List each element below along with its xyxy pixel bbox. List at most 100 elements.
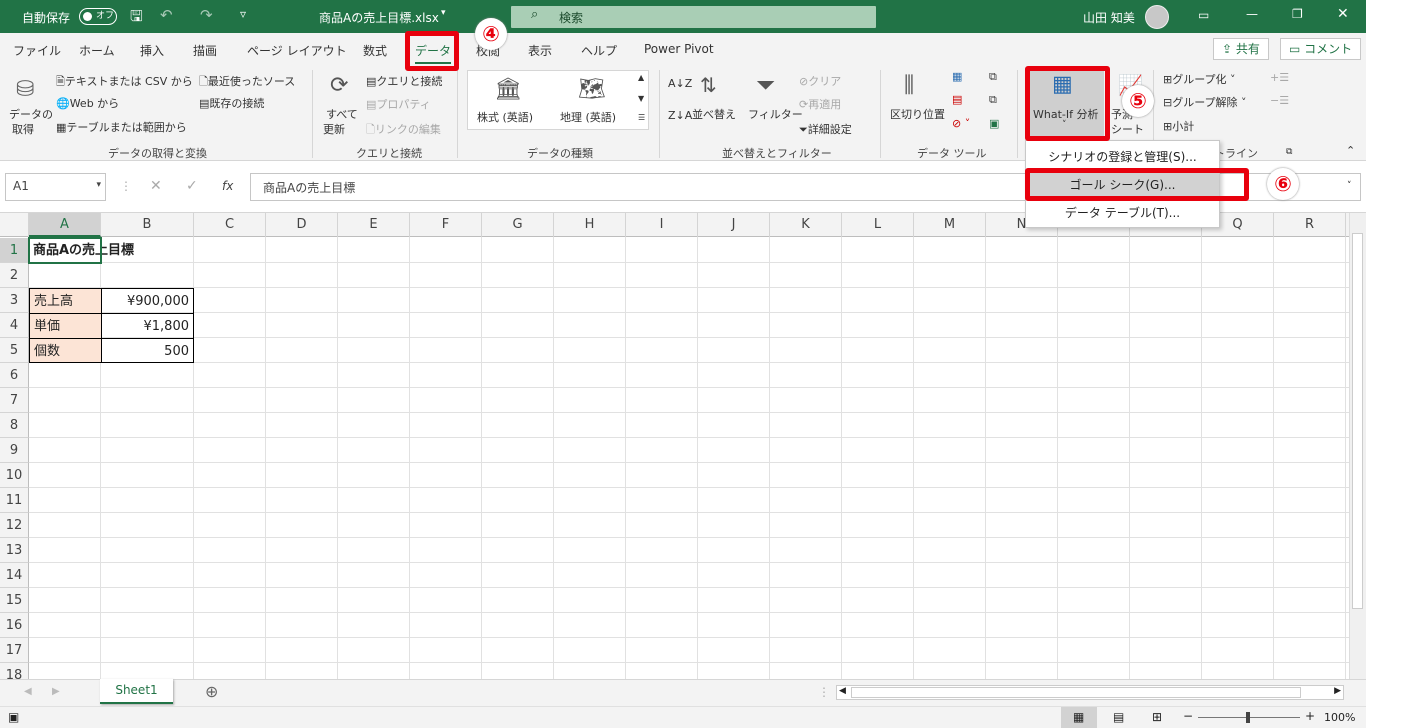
- sort-ascending-icon[interactable]: A↓Z: [668, 77, 692, 90]
- outline-launcher-icon[interactable]: ⧉: [1286, 147, 1292, 157]
- cell-b5[interactable]: 500: [101, 338, 194, 363]
- gallery-down-icon[interactable]: ▼: [638, 94, 644, 103]
- stocks-button[interactable]: 株式 (英語): [477, 109, 533, 125]
- row-header[interactable]: 9: [0, 438, 29, 463]
- gallery-more-icon[interactable]: ☰: [638, 113, 645, 122]
- gallery-up-icon[interactable]: ▲: [638, 73, 644, 82]
- name-box-chevron-icon[interactable]: ▾: [96, 180, 101, 190]
- row-header[interactable]: 17: [0, 638, 29, 663]
- name-box[interactable]: A1 ▾: [5, 173, 106, 201]
- recent-sources-button[interactable]: 🗋最近使ったソース: [199, 73, 295, 92]
- comment-button[interactable]: ▭ コメント: [1280, 38, 1362, 60]
- split-icon[interactable]: ⋮: [818, 685, 830, 699]
- row-header[interactable]: 5: [0, 338, 29, 363]
- save-icon[interactable]: 🖫: [130, 6, 143, 31]
- stocks-icon[interactable]: 🏛: [494, 77, 522, 102]
- row-header[interactable]: 18: [0, 663, 29, 679]
- forecast-sheet-label2[interactable]: シート: [1111, 121, 1144, 137]
- row-header[interactable]: 11: [0, 488, 29, 513]
- cell-b3[interactable]: ¥900,000: [101, 288, 194, 313]
- search-box[interactable]: ⌕ 検索: [511, 6, 876, 28]
- get-data-label[interactable]: データの: [9, 106, 53, 122]
- map-icon[interactable]: 🗺: [578, 77, 606, 102]
- row-header[interactable]: 16: [0, 613, 29, 638]
- row-header[interactable]: 1: [0, 238, 29, 263]
- minimize-icon[interactable]: —: [1246, 7, 1258, 21]
- sheet-next-icon[interactable]: ▶: [52, 686, 60, 697]
- column-header[interactable]: D: [266, 213, 338, 237]
- data-validation-icon[interactable]: ⊘ ˅: [952, 117, 970, 130]
- undo-icon[interactable]: ↶: [160, 6, 173, 24]
- refresh-all-label2[interactable]: 更新: [323, 121, 345, 137]
- zoom-thumb[interactable]: [1246, 712, 1250, 723]
- share-button[interactable]: ⇪ 共有: [1213, 38, 1269, 60]
- tab-formulas[interactable]: 数式: [363, 42, 387, 59]
- relationships-icon[interactable]: ⧉: [989, 93, 997, 107]
- clear-button[interactable]: ⊘クリア: [799, 73, 841, 89]
- tab-power-pivot[interactable]: Power Pivot: [644, 42, 714, 56]
- worksheet-grid[interactable]: ABCDEFGHIJKLMNOPQR 123456789101112131415…: [0, 213, 1349, 679]
- collapse-ribbon-icon[interactable]: ⌃: [1346, 144, 1355, 157]
- normal-view-button[interactable]: ▦: [1061, 707, 1097, 728]
- enter-icon[interactable]: ✓: [186, 178, 198, 194]
- text-to-columns-icon[interactable]: ⫼: [904, 73, 914, 98]
- from-web-button[interactable]: 🌐Web から: [56, 95, 119, 111]
- tab-help[interactable]: ヘルプ: [581, 42, 617, 59]
- macro-record-icon[interactable]: ▣: [8, 710, 19, 724]
- flash-fill-icon[interactable]: ▦: [952, 70, 962, 83]
- horizontal-scrollbar[interactable]: ◀ ▶: [836, 685, 1344, 700]
- row-header[interactable]: 4: [0, 313, 29, 338]
- from-text-button[interactable]: 🗎テキストまたは CSV から: [56, 73, 193, 92]
- geography-button[interactable]: 地理 (英語): [560, 109, 616, 125]
- row-header[interactable]: 7: [0, 388, 29, 413]
- scenario-manager-item[interactable]: シナリオの登録と管理(S)...: [1026, 145, 1219, 169]
- scroll-thumb[interactable]: [1352, 233, 1363, 609]
- qat-customize-icon[interactable]: ▿: [240, 7, 246, 21]
- row-header[interactable]: 3: [0, 288, 29, 313]
- row-header[interactable]: 2: [0, 263, 29, 288]
- page-layout-icon[interactable]: ▤: [1113, 710, 1124, 724]
- column-header[interactable]: G: [482, 213, 554, 237]
- text-to-columns-button[interactable]: 区切り位置: [890, 106, 945, 122]
- existing-connections-button[interactable]: ▤既存の接続: [199, 95, 264, 111]
- cell-a5[interactable]: 個数: [29, 338, 101, 363]
- hide-detail-icon[interactable]: −☰: [1270, 94, 1289, 107]
- zoom-level[interactable]: 100%: [1324, 711, 1355, 724]
- tab-file[interactable]: ファイル: [13, 42, 61, 59]
- avatar[interactable]: [1145, 5, 1169, 29]
- tab-draw[interactable]: 描画: [193, 42, 217, 59]
- column-header[interactable]: L: [842, 213, 914, 237]
- tab-view[interactable]: 表示: [528, 42, 552, 59]
- cancel-icon[interactable]: ✕: [150, 178, 162, 194]
- row-header[interactable]: 13: [0, 538, 29, 563]
- select-all-corner[interactable]: [0, 213, 29, 237]
- row-header[interactable]: 15: [0, 588, 29, 613]
- cell-a4[interactable]: 単価: [29, 313, 101, 338]
- refresh-icon[interactable]: ⟳: [330, 73, 348, 98]
- insert-function-icon[interactable]: fx: [222, 179, 233, 193]
- autosave-toggle[interactable]: オフ: [79, 8, 117, 25]
- filename-chevron-icon[interactable]: ▾: [441, 8, 446, 18]
- get-data-label2[interactable]: 取得: [12, 121, 34, 137]
- column-header[interactable]: K: [770, 213, 842, 237]
- tab-home[interactable]: ホーム: [79, 42, 115, 59]
- consolidate-icon[interactable]: ⧉: [989, 70, 997, 84]
- column-header[interactable]: E: [338, 213, 410, 237]
- restore-icon[interactable]: ❐: [1292, 7, 1303, 21]
- show-detail-icon[interactable]: +☰: [1270, 71, 1289, 84]
- column-header[interactable]: M: [914, 213, 986, 237]
- column-header[interactable]: H: [554, 213, 626, 237]
- column-header[interactable]: R: [1274, 213, 1346, 237]
- row-header[interactable]: 10: [0, 463, 29, 488]
- subtotal-button[interactable]: ⊞小計: [1163, 118, 1194, 134]
- scroll-right-icon[interactable]: ▶: [1334, 686, 1341, 696]
- sheet-prev-icon[interactable]: ◀: [24, 686, 32, 697]
- row-header[interactable]: 6: [0, 363, 29, 388]
- data-model-icon[interactable]: ▣: [989, 117, 999, 130]
- page-break-icon[interactable]: ⊞: [1152, 710, 1162, 724]
- refresh-all-label[interactable]: すべて: [326, 106, 358, 122]
- scroll-left-icon[interactable]: ◀: [839, 686, 846, 696]
- row-header[interactable]: 8: [0, 413, 29, 438]
- user-name[interactable]: 山田 知美: [1083, 9, 1135, 26]
- column-header[interactable]: C: [194, 213, 266, 237]
